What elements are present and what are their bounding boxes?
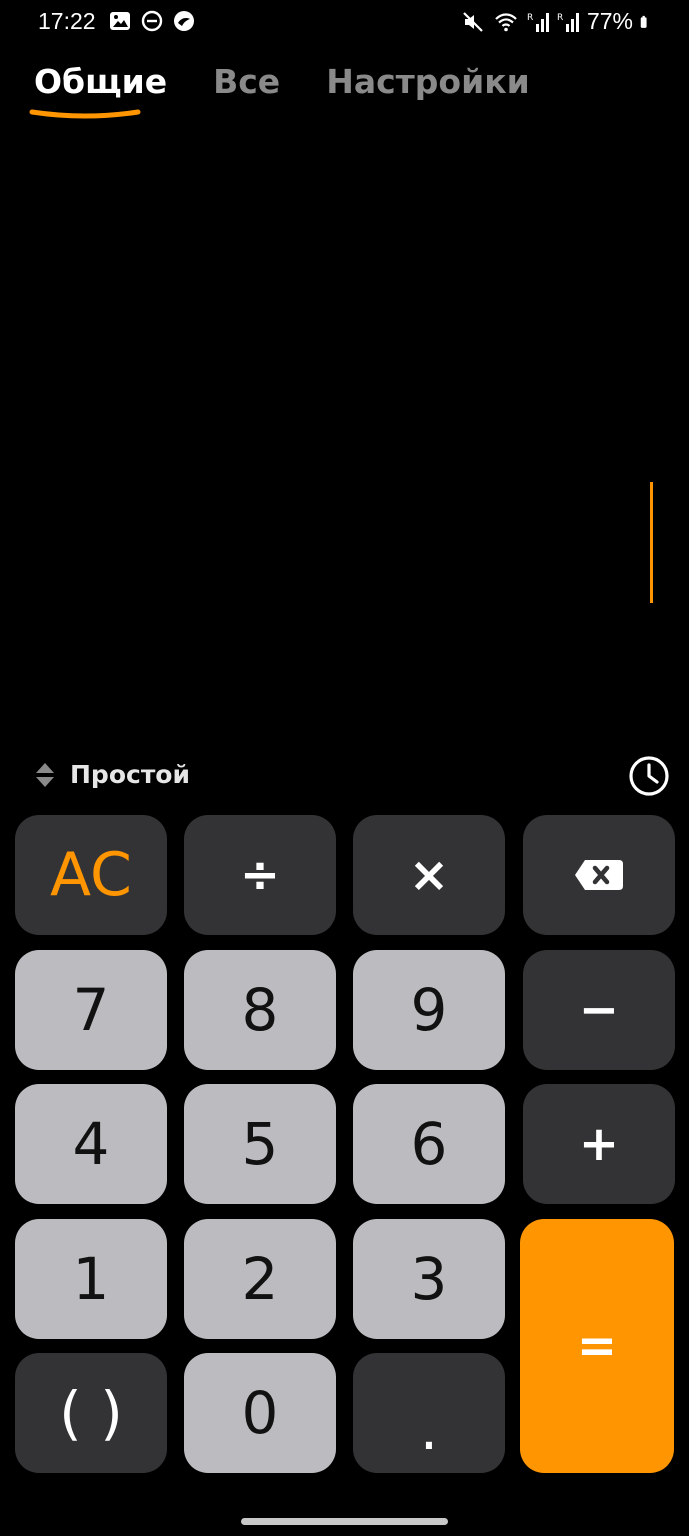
mode-label: Простой <box>70 760 190 789</box>
status-left-icons <box>108 9 196 33</box>
mute-icon <box>463 11 483 32</box>
app-notification-icon <box>174 11 194 31</box>
wifi-icon <box>495 12 517 31</box>
digit-4-button[interactable]: 4 <box>15 1084 167 1204</box>
minus-button[interactable]: − <box>523 950 675 1070</box>
history-clock-icon[interactable] <box>627 754 671 798</box>
signal-r-icon: R <box>557 12 579 32</box>
digit-9-button[interactable]: 9 <box>353 950 505 1070</box>
parentheses-button[interactable]: ( ) <box>15 1353 167 1473</box>
digit-0-button[interactable]: 0 <box>184 1353 336 1473</box>
equals-button[interactable]: = <box>520 1219 674 1473</box>
backspace-icon <box>575 860 623 890</box>
do-not-disturb-icon <box>141 10 163 32</box>
svg-text:R: R <box>527 13 533 23</box>
signal-r-icon: R <box>527 12 549 32</box>
sort-arrows-icon <box>36 762 54 787</box>
input-cursor <box>650 482 653 603</box>
clear-button[interactable]: AC <box>15 815 167 935</box>
digit-2-button[interactable]: 2 <box>184 1219 336 1339</box>
digit-7-button[interactable]: 7 <box>15 950 167 1070</box>
svg-text:R: R <box>557 13 563 23</box>
home-indicator[interactable] <box>241 1518 448 1525</box>
tab-settings[interactable]: Настройки <box>326 62 530 101</box>
plus-button[interactable]: + <box>523 1084 675 1204</box>
battery-icon <box>640 15 647 28</box>
digit-5-button[interactable]: 5 <box>184 1084 336 1204</box>
digit-6-button[interactable]: 6 <box>353 1084 505 1204</box>
tab-bar: Общие Все Настройки <box>34 62 530 101</box>
divide-button[interactable]: ÷ <box>184 815 336 935</box>
tab-all[interactable]: Все <box>213 62 280 101</box>
active-tab-indicator <box>29 109 141 119</box>
digit-3-button[interactable]: 3 <box>353 1219 505 1339</box>
status-bar: 17:22 R R 77% <box>0 0 689 44</box>
status-time: 17:22 <box>38 8 96 34</box>
image-icon <box>110 12 130 30</box>
decimal-point-button[interactable]: . <box>353 1353 505 1473</box>
battery-percent: 77% <box>586 8 633 34</box>
mode-selector[interactable]: Простой <box>34 760 190 789</box>
digit-1-button[interactable]: 1 <box>15 1219 167 1339</box>
backspace-button[interactable] <box>523 815 675 935</box>
status-right: R R 77% <box>461 8 653 35</box>
multiply-button[interactable]: × <box>353 815 505 935</box>
digit-8-button[interactable]: 8 <box>184 950 336 1070</box>
tab-general[interactable]: Общие <box>34 62 167 101</box>
